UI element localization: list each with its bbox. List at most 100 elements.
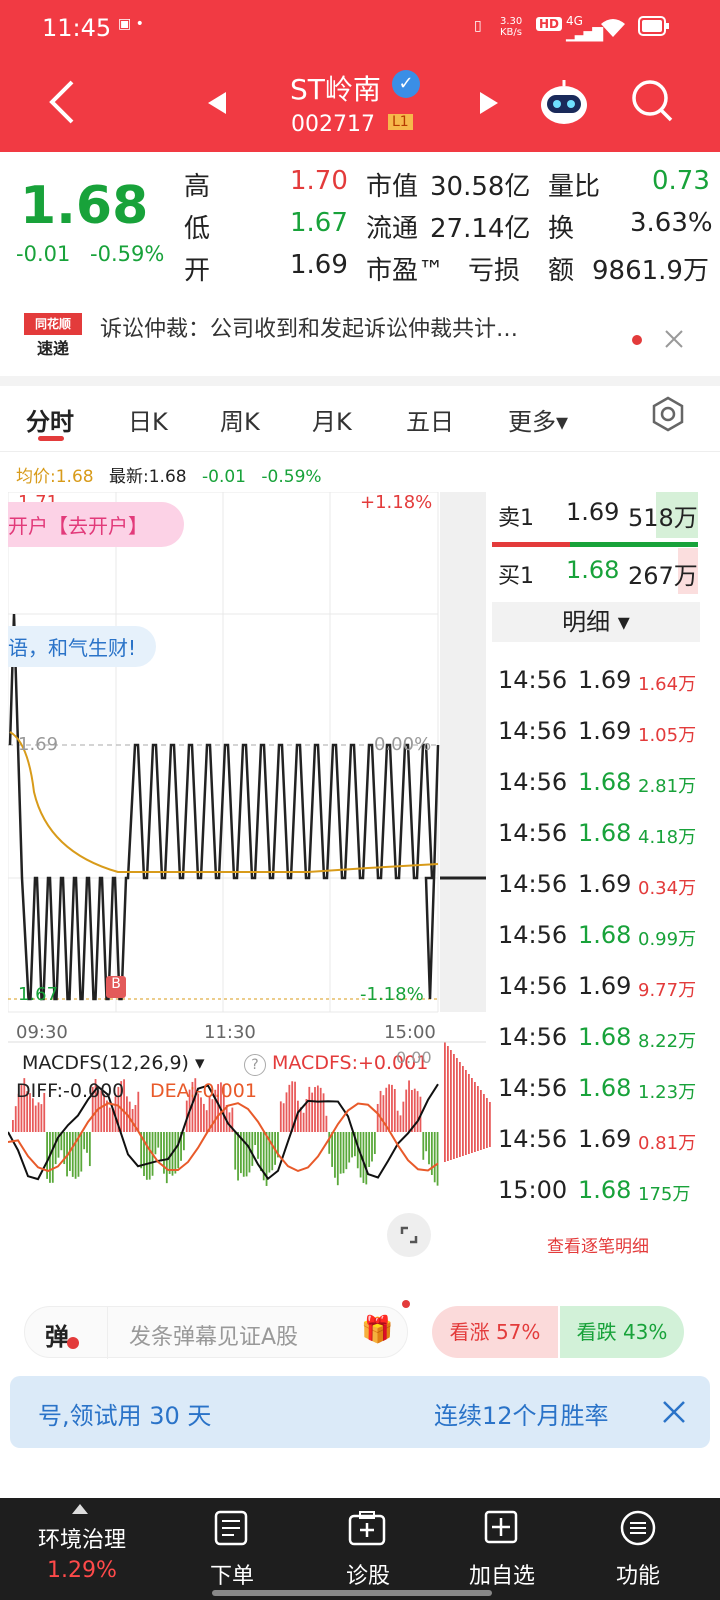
sell1-volume: 518万	[628, 504, 698, 532]
tick-time: 14:56	[498, 717, 568, 745]
tab-day-k[interactable]: 日K	[128, 402, 168, 437]
tick-price: 1.68	[578, 1176, 632, 1204]
signal-icon: ▁▃▅▇	[566, 26, 603, 42]
level-badge: L1	[388, 114, 413, 130]
buy1-volume: 267万	[628, 562, 698, 590]
gift-icon[interactable]: 🎁	[361, 1315, 393, 1345]
fullscreen-icon[interactable]	[386, 1212, 432, 1258]
help-icon[interactable]: ?	[244, 1054, 266, 1076]
tick-row: 14:56 1.68 8.22万	[498, 1015, 710, 1067]
label-volratio: 量比	[548, 172, 601, 202]
vote-up-button[interactable]: 看涨 57%	[432, 1306, 558, 1358]
nav-order[interactable]: 下单	[162, 1498, 302, 1600]
value-low: 1.67	[290, 208, 348, 238]
mid-pct-label: 0.00%	[374, 734, 432, 755]
detail-toggle[interactable]: 明细 ▾	[492, 602, 700, 642]
tab-month-k[interactable]: 月K	[312, 402, 352, 437]
promo-bubble-greeting: 语，和气生财!	[8, 626, 157, 667]
active-tab-indicator	[38, 436, 64, 441]
tick-row: 14:56 1.69 0.81万	[498, 1117, 710, 1169]
nav-add-watchlist[interactable]: 加自选	[432, 1498, 572, 1600]
tick-time: 14:56	[498, 768, 568, 796]
danmu-input[interactable]: 弹 发条弹幕见证A股 🎁	[24, 1306, 408, 1359]
intraday-chart[interactable]: 1.71 +1.18% 1.69 0.00% 1.67 -1.18% B 开户【…	[8, 492, 498, 1257]
tick-list[interactable]: 14:56 1.69 1.64万 14:56 1.69 1.05万 14:56 1.68 2.8…	[498, 658, 710, 1228]
macd-zero-label: 0.00	[396, 1048, 432, 1067]
close-icon[interactable]	[664, 329, 684, 349]
prev-stock-icon[interactable]	[206, 90, 228, 116]
tick-volume: 8.22万	[638, 1031, 697, 1052]
next-stock-icon[interactable]	[478, 90, 500, 116]
back-icon[interactable]	[46, 78, 78, 126]
nav-diagnose[interactable]: 诊股	[298, 1498, 438, 1600]
buy-marker[interactable]: B	[106, 976, 126, 998]
tab-intraday[interactable]: 分时	[26, 402, 74, 437]
danmu-placeholder: 发条弹幕见证A股	[129, 1325, 299, 1350]
dea-value: DEA:-0.001	[150, 1080, 257, 1102]
sell1-label: 卖1	[498, 506, 534, 531]
label-high: 高	[184, 172, 211, 202]
after-hours-zone	[440, 492, 486, 1012]
tab-five-day[interactable]: 五日	[406, 402, 454, 437]
tab-week-k[interactable]: 周K	[220, 402, 260, 437]
tick-time: 14:56	[498, 666, 568, 694]
last-change-pct: -0.59%	[261, 467, 322, 487]
tick-row: 14:56 1.69 9.77万	[498, 964, 710, 1016]
time-label-open: 09:30	[16, 1022, 68, 1043]
net-speed: 3.30 KB/s	[500, 16, 523, 38]
nav-sector[interactable]: 环境治理 1.29%	[12, 1498, 152, 1600]
promo-banner[interactable]: 号,领试用 30 天 连续12个月胜率	[10, 1376, 710, 1448]
tick-row: 14:56 1.68 0.99万	[498, 913, 710, 965]
hd-badge: HD	[536, 17, 563, 31]
tick-price: 1.69	[578, 1125, 632, 1153]
order-icon	[214, 1510, 248, 1546]
home-indicator	[212, 1590, 492, 1596]
tick-price: 1.69	[578, 717, 632, 745]
nav-functions[interactable]: 功能	[568, 1498, 708, 1600]
banner-close-icon[interactable]	[662, 1400, 686, 1424]
last-change: -0.01	[202, 467, 246, 487]
tick-volume: 0.99万	[638, 929, 697, 950]
news-ticker[interactable]: 同花顺 速递 诉讼仲裁：公司收到和发起诉讼仲裁共计…	[0, 305, 720, 377]
unread-dot	[632, 335, 642, 345]
chart-tabs: 分时 日K 周K 月K 五日 更多▾	[0, 388, 720, 452]
value-amount: 9861.9万	[592, 256, 709, 286]
avg-price: 均价:1.68	[16, 467, 94, 487]
sector-name: 环境治理	[37, 1528, 126, 1553]
label-open: 开	[184, 256, 211, 286]
ths-logo: 同花顺 速递	[24, 313, 82, 367]
clock: 11:45	[42, 14, 112, 42]
tick-row: 14:56 1.68 2.81万	[498, 760, 710, 812]
diagnose-icon	[348, 1511, 386, 1546]
danmu-badge	[67, 1337, 79, 1349]
add-icon	[484, 1510, 518, 1544]
tab-more[interactable]: 更多▾	[508, 402, 568, 437]
bot-price-label: 1.67	[18, 984, 59, 1005]
stock-code: 002717	[291, 112, 375, 137]
search-icon[interactable]	[630, 78, 674, 124]
label-pe: 市盈™	[366, 256, 445, 286]
divider	[0, 376, 720, 386]
label-float: 流通	[366, 214, 419, 244]
tick-price: 1.68	[578, 921, 632, 949]
tick-volume: 4.18万	[638, 827, 697, 848]
tick-row: 14:56 1.68 1.23万	[498, 1066, 710, 1118]
bottom-nav: 环境治理 1.29% 下单 诊股 加自选 功能	[0, 1498, 720, 1600]
last-price: 最新:1.68	[109, 467, 187, 487]
robot-assistant-icon[interactable]	[538, 78, 590, 128]
label-low: 低	[184, 214, 211, 244]
tick-time: 14:56	[498, 1023, 568, 1051]
value-pe: 亏损	[468, 256, 521, 286]
promo-bubble-account[interactable]: 开户【去开户】	[8, 502, 184, 547]
tick-time: 14:56	[498, 819, 568, 847]
view-all-ticks-link[interactable]: 查看逐笔明细	[498, 1232, 698, 1257]
tick-row: 14:56 1.69 1.64万	[498, 658, 710, 710]
value-turnover: 3.63%	[630, 208, 713, 238]
vote-down-button[interactable]: 看跌 43%	[560, 1306, 684, 1358]
stock-header: ST岭南 ✓ 002717 L1	[0, 56, 720, 152]
settings-icon[interactable]	[650, 396, 686, 432]
macd-indicator-select[interactable]: MACDFS(12,26,9) ▾	[22, 1052, 205, 1074]
tick-volume: 1.05万	[638, 725, 697, 746]
status-bar: 11:45 ▣ • ▯ 3.30 KB/s HD 4G ▁▃▅▇	[0, 0, 720, 56]
battery-icon	[638, 16, 669, 36]
